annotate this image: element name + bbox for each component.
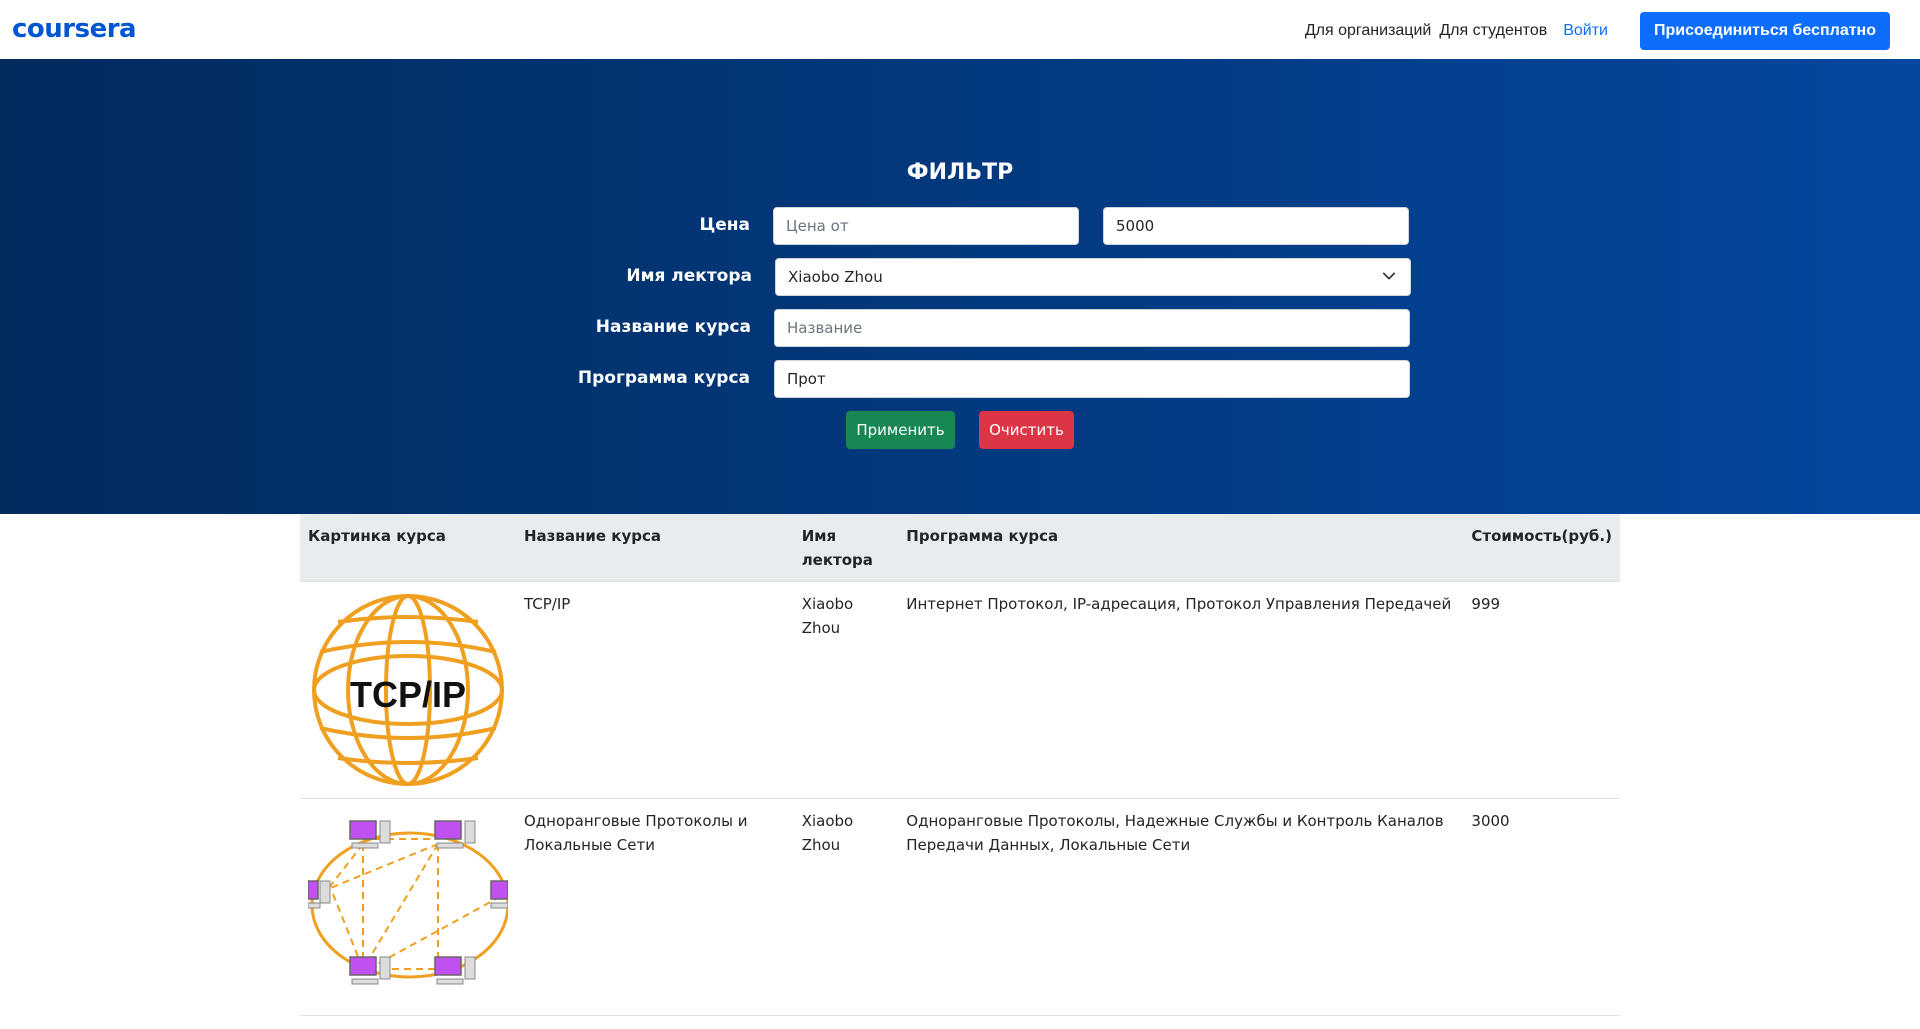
program-row: Программа курса: [0, 360, 1920, 398]
lecturer-row: Имя лектора Xiaobo Zhou: [0, 258, 1920, 296]
header-name: Название курса: [516, 514, 794, 582]
tcp-ip-image-label: TCP/IP: [350, 674, 466, 715]
nav-links: Для организаций Для студентов Войти Прис…: [1305, 12, 1890, 50]
lecturer-select-value: Xiaobo Zhou: [788, 268, 883, 286]
course-program-cell: Интернет Протокол, IP-адресация, Протоко…: [898, 581, 1464, 799]
nav-link-students[interactable]: Для студентов: [1439, 22, 1547, 40]
chevron-down-icon: [1382, 272, 1396, 280]
clear-button[interactable]: Очистить: [979, 411, 1074, 449]
pc-icons: [308, 820, 508, 985]
course-price-cell: 999: [1463, 581, 1620, 799]
header-price: Стоимость(руб.): [1463, 514, 1620, 582]
course-name-cell[interactable]: TCP/IP: [516, 581, 794, 799]
course-image-cell: [300, 798, 516, 1016]
table-header-row: Картинка курса Название курса Имя лектор…: [300, 514, 1620, 582]
price-to-input[interactable]: [1103, 207, 1409, 245]
tcp-ip-globe-image: TCP/IP: [312, 594, 504, 786]
course-image-cell: TCP/IP: [300, 581, 516, 799]
program-input[interactable]: [774, 360, 1410, 398]
course-lecturer-cell: Xiaobo Zhou: [793, 798, 899, 1016]
join-free-button[interactable]: Присоединиться бесплатно: [1640, 12, 1890, 50]
header-image: Картинка курса: [300, 514, 516, 582]
course-price-cell: 3000: [1463, 798, 1620, 1016]
table-row[interactable]: TCP/IP TCP/IP Xiaobo Zhou Интернет Прото…: [300, 581, 1620, 799]
course-name-label: Название курса: [595, 317, 751, 337]
login-link[interactable]: Войти: [1563, 22, 1608, 40]
filter-section: ФИЛЬТР Цена Имя лектора Xiaobo Zhou Назв…: [0, 59, 1920, 514]
program-label: Программа курса: [577, 368, 750, 388]
coursera-logo[interactable]: coursera: [12, 14, 137, 44]
price-from-input[interactable]: [773, 207, 1079, 245]
header-lecturer: Имя лектора: [793, 514, 899, 582]
filter-title: ФИЛЬТР: [906, 160, 1014, 185]
course-name-cell[interactable]: Одноранговые Протоколы и Локальные Сети: [516, 798, 794, 1016]
table-row[interactable]: Одноранговые Протоколы и Локальные Сети …: [300, 798, 1620, 1016]
apply-button[interactable]: Применить: [846, 411, 955, 449]
courses-table-wrap: Картинка курса Название курса Имя лектор…: [300, 514, 1620, 1016]
course-program-cell: Одноранговые Протоколы, Надежные Службы …: [898, 798, 1464, 1016]
header-program: Программа курса: [898, 514, 1464, 582]
price-row: Цена: [0, 207, 1920, 245]
price-label: Цена: [699, 215, 750, 235]
nav-link-organizations[interactable]: Для организаций: [1305, 22, 1432, 40]
course-name-input[interactable]: [774, 309, 1410, 347]
lecturer-select[interactable]: Xiaobo Zhou: [775, 258, 1411, 296]
lecturer-label: Имя лектора: [626, 266, 752, 286]
courses-table: Картинка курса Название курса Имя лектор…: [300, 514, 1620, 1016]
course-lecturer-cell: Xiaobo Zhou: [793, 581, 899, 799]
p2p-network-image: [308, 820, 508, 985]
filter-buttons: Применить Очистить: [0, 411, 1920, 449]
course-name-row: Название курса: [0, 309, 1920, 347]
top-navbar: coursera Для организаций Для студентов В…: [0, 0, 1920, 59]
